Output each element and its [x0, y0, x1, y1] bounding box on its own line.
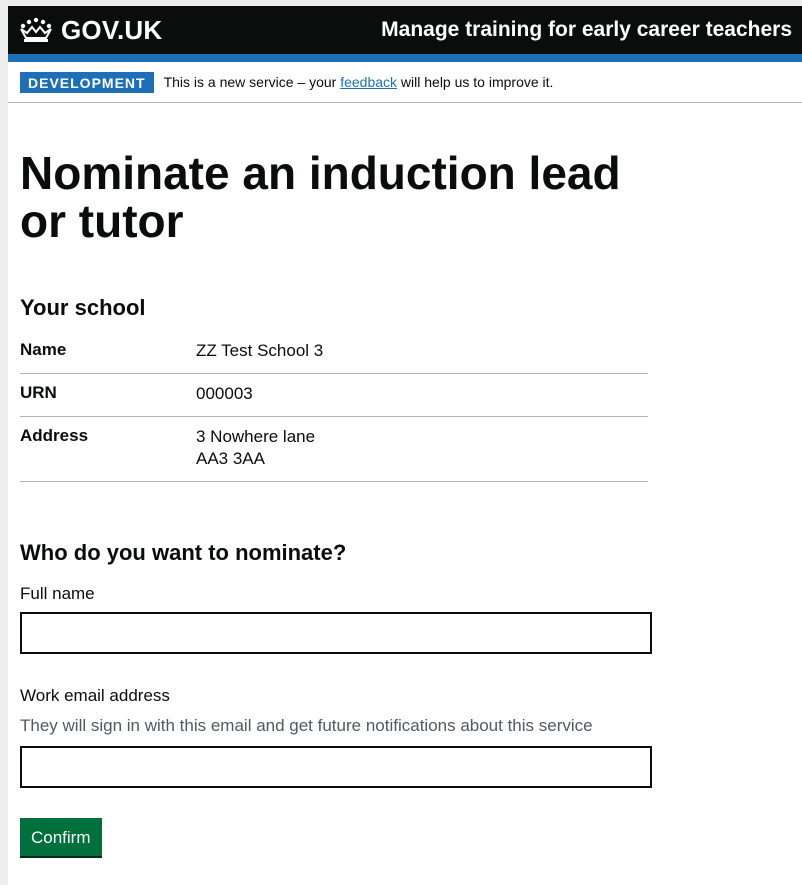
nominate-heading: Who do you want to nominate?: [20, 540, 347, 565]
school-summary-list: Name ZZ Test School 3 URN 000003 Address…: [20, 331, 648, 482]
main-content: Nominate an induction lead or tutor Your…: [8, 149, 802, 856]
summary-key: Name: [20, 340, 67, 359]
summary-value-address: 3 Nowhere lane AA3 3AA: [196, 426, 315, 470]
email-label: Work email address: [20, 686, 170, 705]
summary-row-name: Name ZZ Test School 3: [20, 331, 648, 374]
crown-icon: [20, 17, 52, 42]
header-blue-bar: [8, 54, 802, 62]
email-hint: They will sign in with this email and ge…: [20, 716, 593, 735]
address-line-2: AA3 3AA: [196, 449, 265, 468]
page: GOV.UK Manage training for early career …: [8, 6, 802, 885]
summary-row-address: Address 3 Nowhere lane AA3 3AA: [20, 417, 648, 482]
feedback-link[interactable]: feedback: [340, 74, 397, 90]
govuk-logo-text: GOV.UK: [61, 14, 163, 45]
address-line-1: 3 Nowhere lane: [196, 427, 316, 446]
phase-banner: DEVELOPMENT This is a new service – your…: [8, 62, 802, 103]
phase-text-after: will help us to improve it.: [400, 74, 554, 90]
summary-key: Address: [20, 426, 89, 445]
full-name-label: Full name: [20, 584, 95, 603]
service-name-link[interactable]: Manage training for early career teacher…: [381, 18, 792, 42]
phase-text-before: This is a new service – your: [163, 74, 337, 90]
page-title: Nominate an induction lead or tutor: [20, 147, 621, 247]
full-name-input[interactable]: [20, 612, 652, 654]
your-school-heading: Your school: [20, 295, 146, 320]
phase-banner-text: This is a new service – your feedback wi…: [164, 74, 554, 90]
confirm-button[interactable]: Confirm: [20, 818, 102, 856]
summary-key: URN: [20, 383, 57, 402]
summary-row-urn: URN 000003: [20, 374, 648, 417]
phase-tag: DEVELOPMENT: [20, 71, 154, 93]
site-header: GOV.UK Manage training for early career …: [8, 6, 802, 54]
govuk-logo-link[interactable]: GOV.UK: [18, 15, 162, 46]
summary-value: 000003: [196, 384, 253, 403]
email-input[interactable]: [20, 746, 652, 788]
summary-value: ZZ Test School 3: [196, 341, 324, 360]
